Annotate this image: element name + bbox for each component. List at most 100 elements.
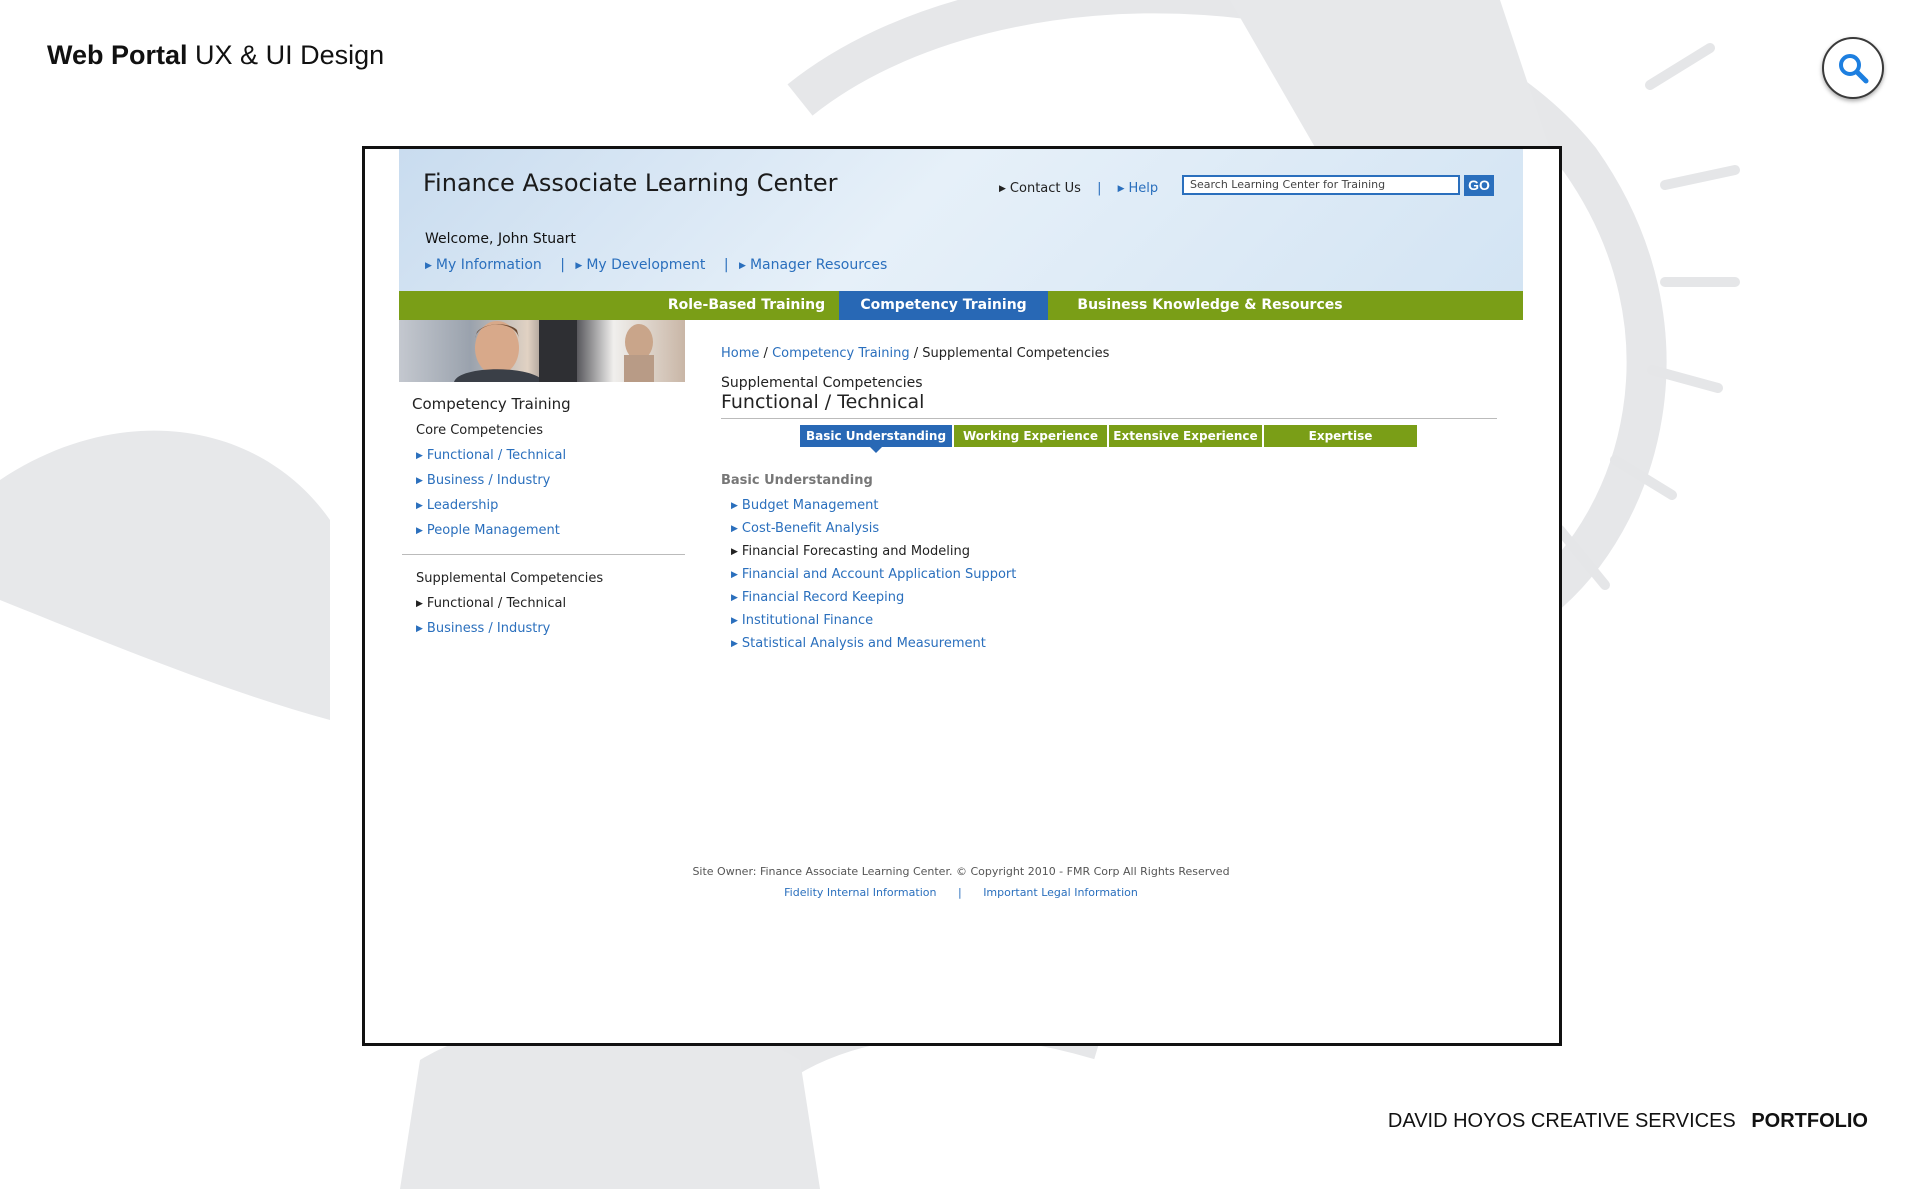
portfolio-title-bold: Web Portal (47, 40, 188, 70)
topic-institutional-finance[interactable]: ▶ Institutional Finance (731, 613, 1497, 629)
sidebar-heading: Competency Training (412, 395, 571, 413)
tab-business-knowledge-resources[interactable]: Business Knowledge & Resources (1050, 291, 1370, 320)
help-link[interactable]: ▶ Help (1118, 181, 1159, 196)
welcome-message: Welcome, John Stuart (425, 231, 576, 247)
triangle-bullet-icon: ▶ (416, 501, 423, 511)
triangle-bullet-icon: ▶ (731, 616, 738, 626)
personal-nav: ▶ My Information | ▶ My Development | ▶ Man… (425, 257, 887, 273)
supplemental-competencies-heading: Supplemental Competencies (416, 571, 604, 586)
site-footer: Site Owner: Finance Associate Learning C… (399, 865, 1523, 899)
separator: | (723, 257, 729, 273)
my-development-link[interactable]: ▶ My Development (575, 257, 705, 273)
utility-links: ▶ Contact Us | ▶ Help (999, 181, 1158, 196)
footer-copyright: Site Owner: Finance Associate Learning C… (692, 865, 1230, 878)
triangle-bullet-icon: ▶ (731, 547, 738, 557)
search-input[interactable]: Search Learning Center for Training (1182, 175, 1460, 195)
triangle-bullet-icon: ▶ (416, 526, 423, 536)
triangle-bullet-icon: ▶ (731, 501, 738, 511)
sidebar-item-label: Functional / Technical (426, 596, 567, 611)
sidebar-item-label: Functional / Technical (426, 448, 567, 463)
tab-expertise[interactable]: Expertise (1264, 425, 1417, 447)
portfolio-label: PORTFOLIO (1751, 1110, 1868, 1132)
sidebar-item-leadership[interactable]: ▶ Leadership (416, 498, 685, 513)
portfolio-footer: DAVID HOYOS CREATIVE SERVICES PORTFOLIO (1388, 1110, 1868, 1133)
hero-photo-illustration (454, 320, 654, 382)
footer-links: Fidelity Internal Information | Importan… (399, 886, 1523, 899)
topic-list: ▶ Budget Management ▶ Cost-Benefit Analysi… (731, 498, 1497, 652)
topic-cost-benefit-analysis[interactable]: ▶ Cost-Benefit Analysis (731, 521, 1497, 537)
hero-photo (399, 320, 685, 382)
breadcrumb-separator: / (913, 346, 919, 361)
triangle-bullet-icon: ▶ (1117, 184, 1125, 194)
portfolio-title: Web Portal UX & UI Design (47, 40, 384, 71)
sidebar-item-core-functional-technical[interactable]: ▶ Functional / Technical (416, 448, 685, 463)
topic-label: Financial Record Keeping (741, 590, 905, 605)
sidebar-item-people-management[interactable]: ▶ People Management (416, 523, 685, 538)
section-subtitle: Supplemental Competencies (721, 375, 923, 391)
portfolio-title-rest: UX & UI Design (195, 40, 385, 70)
contact-us-link[interactable]: ▶ Contact Us (999, 181, 1081, 196)
separator: | (957, 886, 962, 899)
sidebar-divider (402, 554, 685, 555)
triangle-bullet-icon: ▶ (425, 261, 432, 271)
sidebar-item-core-business-industry[interactable]: ▶ Business / Industry (416, 473, 685, 488)
sidebar-item-label: Business / Industry (426, 473, 551, 488)
triangle-bullet-icon: ▶ (575, 261, 583, 271)
topic-account-application-support[interactable]: ▶ Financial and Account Application Suppo… (731, 567, 1497, 583)
topic-financial-forecasting[interactable]: ▶ Financial Forecasting and Modeling (731, 544, 1497, 560)
breadcrumb: Home / Competency Training / Supplementa… (721, 346, 1497, 361)
my-information-link[interactable]: ▶ My Information (425, 257, 542, 273)
level-tabs: Basic Understanding Working Experience E… (721, 425, 1497, 453)
triangle-bullet-icon: ▶ (999, 184, 1006, 194)
zoom-search-button[interactable] (1822, 37, 1884, 99)
sidebar: Competency Training Core Competencies ▶ F… (399, 395, 685, 646)
legal-information-link[interactable]: Important Legal Information (983, 886, 1138, 899)
manager-resources-label: Manager Resources (749, 257, 888, 273)
help-label: Help (1128, 181, 1159, 196)
tab-working-experience[interactable]: Working Experience (954, 425, 1107, 447)
search-go-button[interactable]: GO (1464, 175, 1494, 196)
title-divider (721, 418, 1497, 419)
brand-name: DAVID HOYOS CREATIVE SERVICES (1387, 1110, 1736, 1132)
topic-label: Institutional Finance (741, 613, 874, 628)
sidebar-item-label: Business / Industry (426, 621, 551, 636)
triangle-bullet-icon: ▶ (416, 599, 423, 609)
manager-resources-link[interactable]: ▶ Manager Resources (739, 257, 887, 273)
topic-budget-management[interactable]: ▶ Budget Management (731, 498, 1497, 514)
sidebar-item-label: People Management (426, 523, 560, 538)
search-icon (1839, 54, 1869, 84)
sidebar-item-supp-functional-technical[interactable]: ▶ Functional / Technical (416, 596, 685, 611)
triangle-bullet-icon: ▶ (731, 593, 738, 603)
level-heading: Basic Understanding (721, 473, 873, 488)
main-content: Home / Competency Training / Supplementa… (721, 346, 1497, 659)
learning-center-site: Finance Associate Learning Center ▶ Conta… (399, 149, 1523, 1039)
my-development-label: My Development (586, 257, 706, 273)
sidebar-item-supp-business-industry[interactable]: ▶ Business / Industry (416, 621, 685, 636)
screenshot-frame: Finance Associate Learning Center ▶ Conta… (362, 146, 1562, 1046)
fidelity-internal-link[interactable]: Fidelity Internal Information (784, 886, 936, 899)
tab-competency-training[interactable]: Competency Training (839, 291, 1048, 320)
core-competencies-heading: Core Competencies (416, 423, 544, 438)
separator: | (560, 257, 565, 273)
triangle-bullet-icon: ▶ (416, 624, 423, 634)
topic-label: Cost-Benefit Analysis (741, 521, 880, 536)
topic-financial-record-keeping[interactable]: ▶ Financial Record Keeping (731, 590, 1497, 606)
triangle-bullet-icon: ▶ (416, 476, 423, 486)
triangle-bullet-icon: ▶ (739, 261, 746, 271)
topic-label: Budget Management (741, 498, 879, 513)
site-title: Finance Associate Learning Center (423, 169, 838, 197)
site-header: Finance Associate Learning Center ▶ Conta… (399, 149, 1523, 291)
triangle-bullet-icon: ▶ (731, 639, 738, 649)
breadcrumb-home[interactable]: Home (721, 346, 759, 361)
tab-role-based-training[interactable]: Role-Based Training (654, 291, 839, 320)
tab-basic-understanding[interactable]: Basic Understanding (800, 425, 952, 453)
breadcrumb-competency-training[interactable]: Competency Training (772, 346, 910, 361)
triangle-bullet-icon: ▶ (416, 451, 423, 461)
triangle-bullet-icon: ▶ (731, 524, 738, 534)
breadcrumb-current: Supplemental Competencies (922, 346, 1110, 361)
topic-statistical-analysis[interactable]: ▶ Statistical Analysis and Measurement (731, 636, 1497, 652)
tab-extensive-experience[interactable]: Extensive Experience (1109, 425, 1262, 447)
my-information-label: My Information (435, 257, 542, 273)
sidebar-item-label: Leadership (426, 498, 499, 513)
contact-us-label: Contact Us (1009, 181, 1081, 196)
